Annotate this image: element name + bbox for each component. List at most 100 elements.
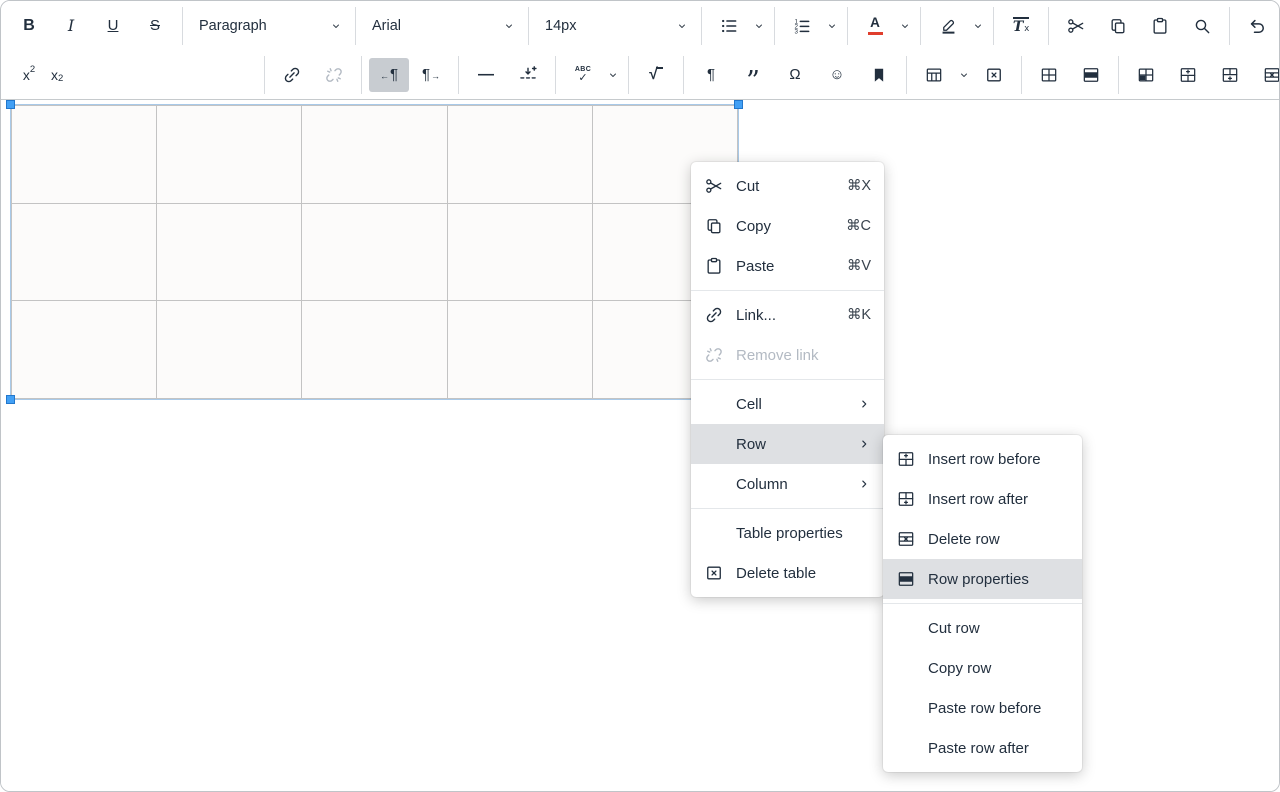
emoji-button[interactable]: ☺ xyxy=(817,58,857,92)
horizontal-rule-button[interactable]: — xyxy=(466,58,506,92)
underline-button[interactable]: U xyxy=(93,9,133,43)
insert-row-after-button[interactable] xyxy=(1210,58,1250,92)
menu-item-paste[interactable]: Paste ⌘V xyxy=(691,246,884,286)
menu-item-label: Delete table xyxy=(736,565,871,582)
insert-row-before-button[interactable] xyxy=(1168,58,1208,92)
menu-group-clipboard: Cut ⌘X Copy ⌘C Paste ⌘V xyxy=(691,162,884,290)
search-button[interactable] xyxy=(1182,9,1222,43)
menu-item-copy-row[interactable]: Copy row xyxy=(883,648,1082,688)
bullet-list-button[interactable] xyxy=(709,9,749,43)
row-submenu: Insert row before Insert row after Delet… xyxy=(883,435,1082,772)
insert-row-before-icon xyxy=(895,449,917,469)
menu-item-column[interactable]: Column xyxy=(691,464,884,504)
strikethrough-button[interactable]: S xyxy=(135,9,175,43)
undo-button[interactable] xyxy=(1237,9,1277,43)
selection-handle-top-right[interactable] xyxy=(734,100,743,109)
superscript-button[interactable]: x2 xyxy=(9,58,49,92)
row-properties-button[interactable] xyxy=(1071,58,1111,92)
delete-table-button[interactable] xyxy=(974,58,1014,92)
italic-button[interactable]: I xyxy=(51,9,91,43)
table-cell[interactable] xyxy=(157,204,302,302)
toolbar: B I U S Paragraph Arial 14px xyxy=(1,1,1279,100)
table-cell[interactable] xyxy=(157,106,302,204)
font-family-select[interactable]: Arial xyxy=(363,9,521,43)
menu-item-row[interactable]: Row xyxy=(691,424,884,464)
selection-handle-top-left[interactable] xyxy=(6,100,15,109)
editor-window: B I U S Paragraph Arial 14px xyxy=(0,0,1280,792)
bold-button[interactable]: B xyxy=(9,9,49,43)
special-character-button[interactable]: Ω xyxy=(775,58,815,92)
paste-button[interactable] xyxy=(1140,9,1180,43)
spellcheck-dropdown[interactable] xyxy=(605,58,621,92)
menu-item-cut[interactable]: Cut ⌘X xyxy=(691,166,884,206)
menu-item-shortcut: ⌘V xyxy=(847,258,871,274)
menu-item-link[interactable]: Link... ⌘K xyxy=(691,295,884,335)
font-size-select[interactable]: 14px xyxy=(536,9,694,43)
delete-row-button[interactable] xyxy=(1252,58,1280,92)
text-color-button[interactable]: A xyxy=(855,9,895,43)
cut-button[interactable] xyxy=(1056,9,1096,43)
text-color-dropdown[interactable] xyxy=(897,9,913,43)
menu-item-row-properties[interactable]: Row properties xyxy=(883,559,1082,599)
unlink-button[interactable] xyxy=(314,58,354,92)
table-cell[interactable] xyxy=(157,301,302,399)
bullet-list-dropdown[interactable] xyxy=(751,9,767,43)
subscript-button[interactable]: x2 xyxy=(51,58,257,92)
table-cell[interactable] xyxy=(448,301,593,399)
numbered-list-button[interactable] xyxy=(782,9,822,43)
clear-formatting-button[interactable]: T x xyxy=(1001,9,1041,43)
unlink-icon xyxy=(324,65,344,85)
table-cell[interactable] xyxy=(448,106,593,204)
insert-table-button[interactable] xyxy=(914,58,954,92)
group-link xyxy=(265,56,362,94)
menu-item-copy[interactable]: Copy ⌘C xyxy=(691,206,884,246)
table-cell[interactable] xyxy=(12,301,157,399)
highlight-color-dropdown[interactable] xyxy=(970,9,986,43)
table-cell[interactable] xyxy=(302,301,447,399)
numbered-list-dropdown[interactable] xyxy=(824,9,840,43)
menu-item-delete-table[interactable]: Delete table xyxy=(691,553,884,593)
square-root-bar xyxy=(656,67,663,69)
menu-item-delete-row[interactable]: Delete row xyxy=(883,519,1082,559)
strikethrough-icon: S xyxy=(150,18,160,33)
link-button[interactable] xyxy=(272,58,312,92)
menu-item-label: Insert row after xyxy=(928,491,1069,508)
block-format-value: Paragraph xyxy=(199,18,267,34)
table-cell[interactable] xyxy=(12,204,157,302)
table-cell[interactable] xyxy=(302,204,447,302)
ltr-direction-button[interactable]: ←¶ xyxy=(369,58,409,92)
spellcheck-checkmark: ✓ xyxy=(578,73,587,84)
spellcheck-button[interactable]: ABC ✓ xyxy=(563,58,603,92)
document-table xyxy=(11,105,738,399)
menu-item-remove-link[interactable]: Remove link xyxy=(691,335,884,375)
pilcrow-button[interactable]: ¶ xyxy=(691,58,731,92)
highlight-color-button[interactable] xyxy=(928,9,968,43)
menu-item-insert-row-before[interactable]: Insert row before xyxy=(883,439,1082,479)
menu-item-cell[interactable]: Cell xyxy=(691,384,884,424)
menu-item-paste-row-after[interactable]: Paste row after xyxy=(883,728,1082,768)
insert-table-dropdown[interactable] xyxy=(956,58,972,92)
bookmark-button[interactable] xyxy=(859,58,899,92)
group-insert: — xyxy=(459,56,556,94)
blockquote-button[interactable]: ” xyxy=(733,58,773,92)
table-cell[interactable] xyxy=(448,204,593,302)
menu-item-cut-row[interactable]: Cut row xyxy=(883,608,1082,648)
ltr-pilcrow: ¶ xyxy=(390,67,398,82)
cell-properties-button[interactable] xyxy=(1126,58,1166,92)
copy-button[interactable] xyxy=(1098,9,1138,43)
selection-handle-bottom-left[interactable] xyxy=(6,395,15,404)
table-cell[interactable] xyxy=(12,106,157,204)
rtl-direction-button[interactable]: ¶→ xyxy=(411,58,451,92)
menu-item-table-properties[interactable]: Table properties xyxy=(691,513,884,553)
square-root-button[interactable]: √ xyxy=(636,58,676,92)
table-cell[interactable] xyxy=(302,106,447,204)
editor-canvas[interactable] xyxy=(1,100,1279,791)
menu-item-paste-row-before[interactable]: Paste row before xyxy=(883,688,1082,728)
page-break-button[interactable] xyxy=(508,58,548,92)
block-format-select[interactable]: Paragraph xyxy=(190,9,348,43)
menu-item-insert-row-after[interactable]: Insert row after xyxy=(883,479,1082,519)
delete-row-icon xyxy=(895,529,917,549)
chevron-right-icon xyxy=(857,397,871,411)
table-properties-button[interactable] xyxy=(1029,58,1069,92)
text-color-icon: A xyxy=(868,16,883,35)
